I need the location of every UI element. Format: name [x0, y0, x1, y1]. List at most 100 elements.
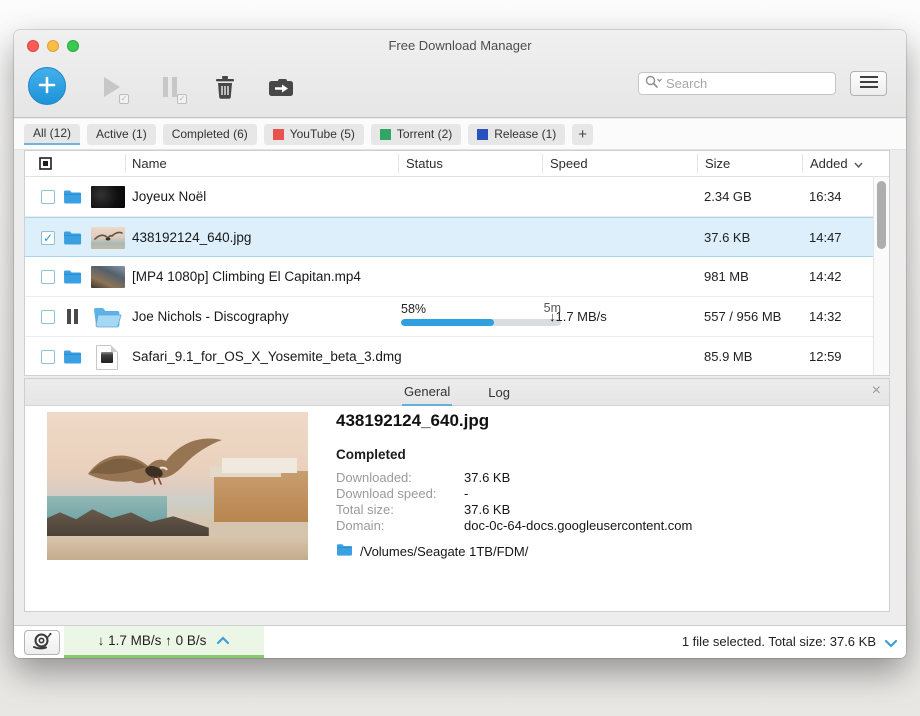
- file-size: 557 / 956 MB: [704, 309, 781, 324]
- table-row[interactable]: Safari_9.1_for_OS_X_Yosemite_beta_3.dmg …: [25, 337, 873, 377]
- pause-button[interactable]: ✓: [155, 75, 185, 101]
- chevron-down-icon[interactable]: [884, 636, 898, 651]
- row-checkbox[interactable]: [41, 350, 55, 364]
- delete-button[interactable]: [210, 75, 240, 101]
- detail-field: Total size:37.6 KB: [336, 502, 692, 518]
- app-window: Free Download Manager ✓ ✓: [14, 30, 906, 658]
- search-icon[interactable]: [645, 75, 662, 92]
- filter-tab-active[interactable]: Active (1): [87, 124, 156, 145]
- filter-tab-all[interactable]: All (12): [24, 124, 80, 145]
- filter-tab-label: Completed (6): [172, 127, 248, 141]
- file-name: Joyeux Noël: [132, 189, 206, 204]
- field-value: -: [464, 486, 468, 501]
- move-to-folder-button[interactable]: [266, 75, 296, 101]
- folder-icon: [336, 543, 353, 559]
- detail-field: Download speed:-: [336, 486, 692, 502]
- row-checkbox[interactable]: [41, 310, 55, 324]
- file-thumbnail: [91, 266, 125, 288]
- detail-field: Downloaded:37.6 KB: [336, 470, 692, 486]
- column-header-size[interactable]: Size: [705, 156, 730, 171]
- downloads-list: Name Status Speed Size Added Joyeux Noël: [24, 150, 890, 376]
- pause-bars-icon[interactable]: [66, 308, 79, 328]
- global-speed-toggle[interactable]: ↓ 1.7 MB/s ↑ 0 B/s: [64, 626, 264, 658]
- path-text: /Volumes/Seagate 1TB/FDM/: [360, 544, 528, 559]
- added-time: 14:32: [809, 309, 842, 324]
- hamburger-menu-icon: [859, 75, 879, 92]
- field-label: Download speed:: [336, 486, 464, 502]
- download-speed: ↓1.7 MB/s: [549, 309, 607, 324]
- download-path[interactable]: /Volumes/Seagate 1TB/FDM/: [336, 543, 692, 559]
- field-label: Downloaded:: [336, 470, 464, 486]
- status-text: Completed: [336, 447, 692, 462]
- table-row[interactable]: Joe Nichols - Discography 58% 5m ↓1.7 MB…: [25, 297, 873, 337]
- filter-tab-label: Active (1): [96, 127, 147, 141]
- pause-checkbox-icon: ✓: [177, 94, 187, 104]
- window-title: Free Download Manager: [14, 38, 906, 53]
- snail-icon: [31, 632, 53, 653]
- filter-tab-completed[interactable]: Completed (6): [163, 124, 257, 145]
- field-label: Domain:: [336, 518, 464, 534]
- add-filter-tab-button[interactable]: +: [572, 124, 593, 145]
- file-size: 37.6 KB: [704, 230, 750, 245]
- field-value: 37.6 KB: [464, 502, 510, 517]
- trash-icon: [214, 87, 236, 102]
- table-row[interactable]: Joyeux Noël 2.34 GB 16:34: [25, 177, 873, 217]
- filter-tab-label: YouTube (5): [290, 127, 355, 141]
- seagull-mini-icon: [91, 227, 125, 249]
- resume-checkbox-icon: ✓: [119, 94, 129, 104]
- seagull-illustration: [84, 430, 234, 511]
- chevron-up-icon: [216, 633, 230, 648]
- list-rows: Joyeux Noël 2.34 GB 16:34 ✓ 438192124_64…: [25, 177, 873, 375]
- file-size: 85.9 MB: [704, 349, 752, 364]
- tab-log[interactable]: Log: [486, 380, 512, 405]
- row-checkbox[interactable]: [41, 190, 55, 204]
- file-name: Joe Nichols - Discography: [132, 309, 289, 324]
- scrollbar-thumb[interactable]: [877, 181, 886, 249]
- download-progress: 58% 5m: [401, 301, 561, 326]
- added-time: 16:34: [809, 189, 842, 204]
- search-input[interactable]: [666, 76, 842, 91]
- detail-field: Domain:doc-0c-64-docs.googleusercontent.…: [336, 518, 692, 534]
- close-icon[interactable]: ×: [872, 382, 881, 400]
- details-panel: General Log × 438192124_640.jpg Complet: [24, 378, 890, 612]
- filter-tab-label: Torrent (2): [397, 127, 452, 141]
- field-label: Total size:: [336, 502, 464, 518]
- row-checkbox[interactable]: ✓: [41, 231, 55, 245]
- folder-icon[interactable]: [63, 189, 82, 207]
- speed-limit-button[interactable]: [24, 630, 60, 655]
- column-header-name[interactable]: Name: [132, 156, 167, 171]
- folder-icon[interactable]: [63, 269, 82, 287]
- tag-color-swatch: [477, 129, 488, 140]
- column-header-added[interactable]: Added: [810, 156, 863, 171]
- row-checkbox[interactable]: [41, 270, 55, 284]
- file-size: 2.34 GB: [704, 189, 752, 204]
- sand-area: [47, 536, 308, 560]
- progress-bar: [401, 319, 561, 326]
- folder-icon[interactable]: [63, 230, 82, 248]
- list-header: Name Status Speed Size Added: [25, 151, 889, 177]
- main-menu-button[interactable]: [850, 71, 887, 96]
- resume-button[interactable]: ✓: [97, 75, 127, 101]
- file-size: 981 MB: [704, 269, 749, 284]
- filter-tab-torrent[interactable]: Torrent (2): [371, 124, 461, 145]
- move-to-folder-icon: [268, 86, 294, 101]
- tab-general[interactable]: General: [402, 379, 452, 406]
- vertical-scrollbar[interactable]: [873, 177, 889, 375]
- dmg-file-icon: [96, 345, 118, 370]
- column-header-speed[interactable]: Speed: [550, 156, 588, 171]
- tag-color-swatch: [380, 129, 391, 140]
- add-download-button[interactable]: [28, 67, 66, 105]
- select-all-icon[interactable]: [39, 157, 52, 173]
- status-bar: ↓ 1.7 MB/s ↑ 0 B/s 1 file selected. Tota…: [14, 625, 906, 658]
- table-row[interactable]: ✓ 438192124_640.jpg 37.6 KB 14:47: [25, 217, 873, 257]
- sort-chevron-icon: [854, 162, 863, 168]
- progress-percent: 58%: [401, 302, 426, 316]
- field-value: 37.6 KB: [464, 470, 510, 485]
- folder-icon[interactable]: [63, 349, 82, 367]
- column-header-status[interactable]: Status: [406, 156, 443, 171]
- added-time: 14:47: [809, 230, 842, 245]
- filter-tab-release[interactable]: Release (1): [468, 124, 565, 145]
- file-name: 438192124_640.jpg: [132, 230, 251, 245]
- filter-tab-youtube[interactable]: YouTube (5): [264, 124, 364, 145]
- table-row[interactable]: [MP4 1080p] Climbing El Capitan.mp4 981 …: [25, 257, 873, 297]
